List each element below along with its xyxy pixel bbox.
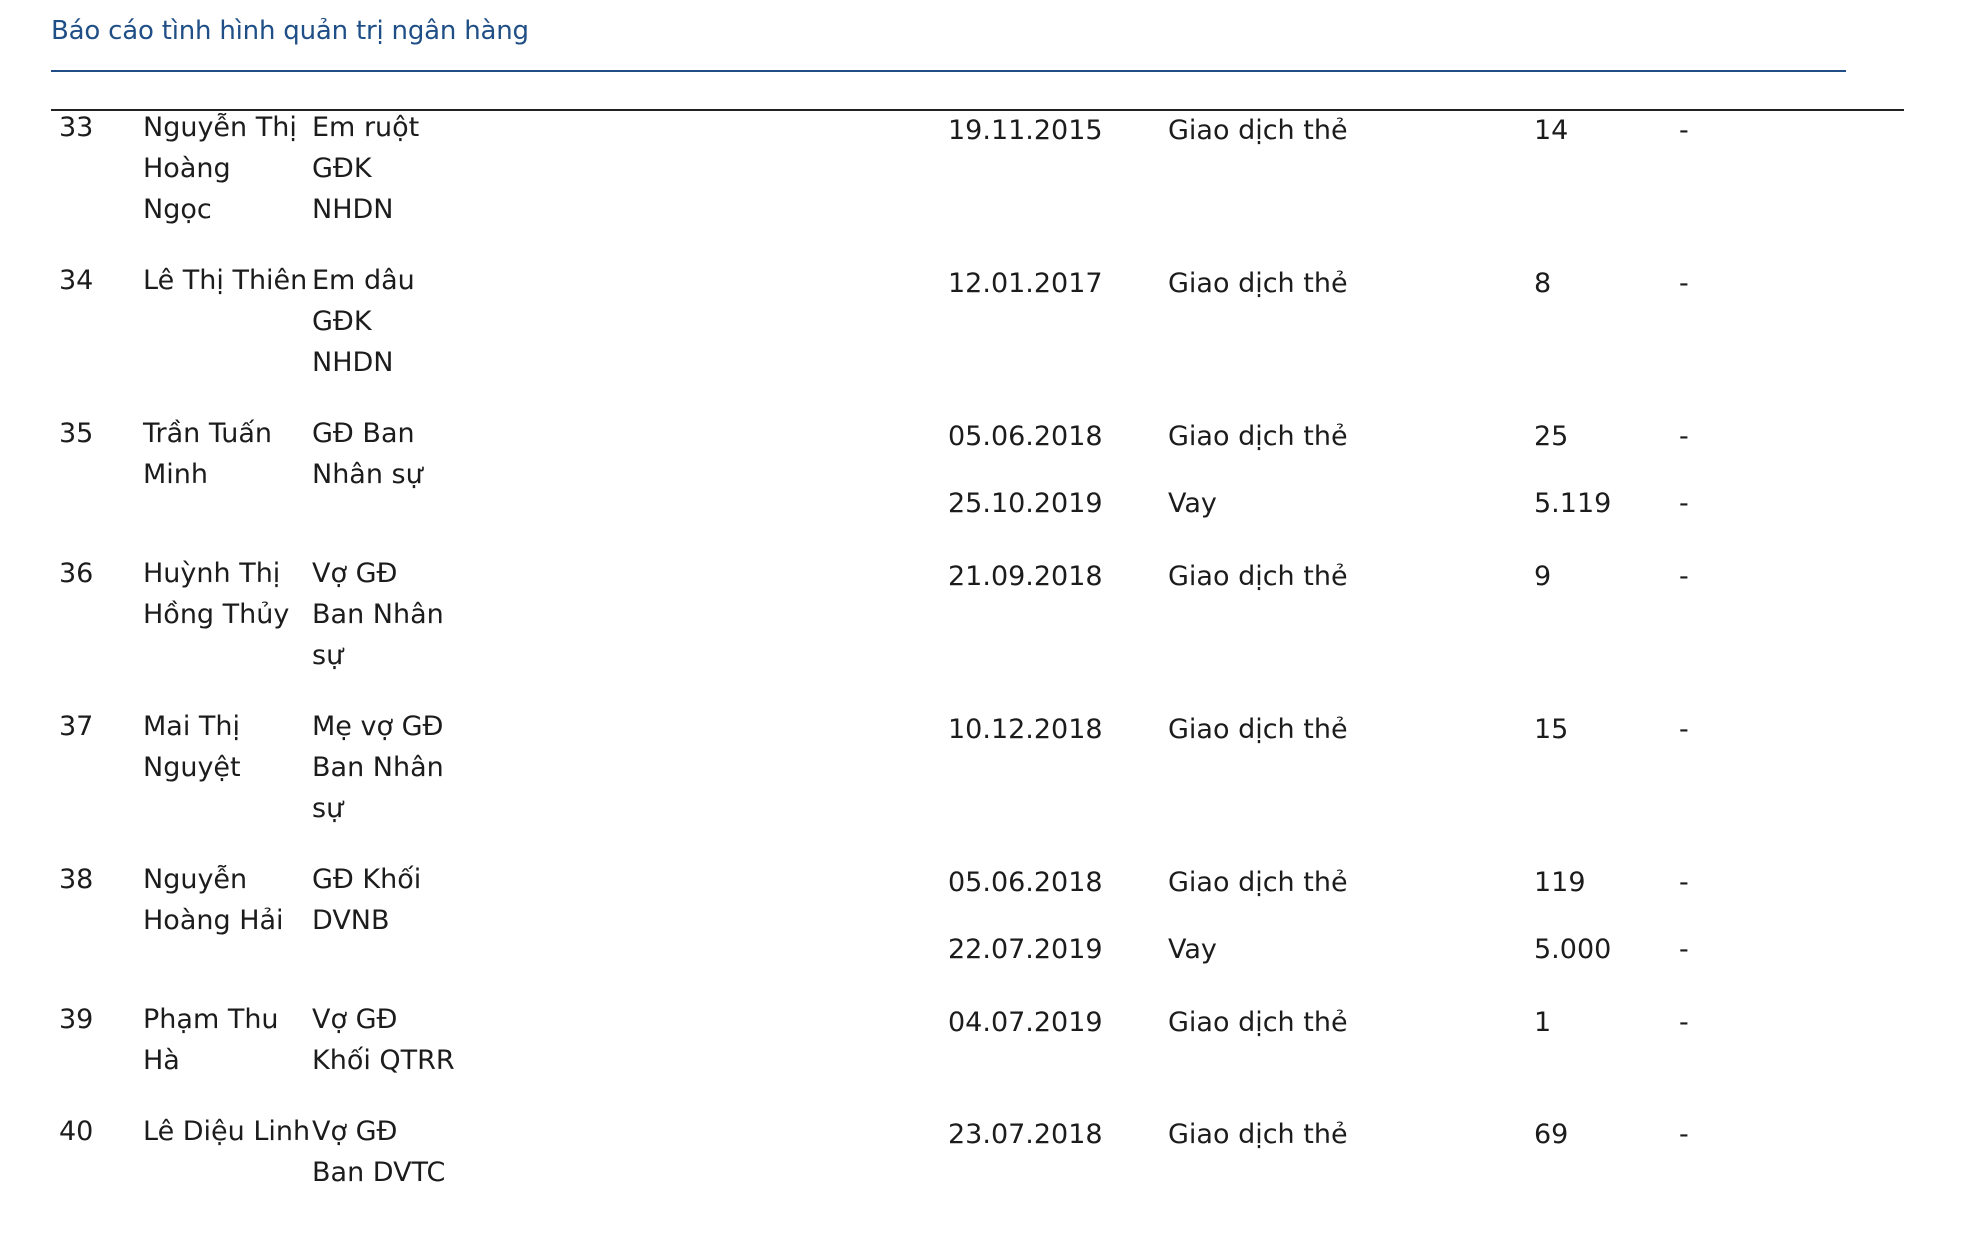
relation-line: NHDN (312, 347, 394, 378)
relation-line: NHDN (312, 194, 394, 225)
transaction-date: 12.01.2017 (948, 268, 1103, 299)
transaction-type: Giao dịch thẻ (1168, 867, 1348, 898)
relation-line: Ban Nhân (312, 752, 444, 783)
relation-line: GĐK (312, 153, 372, 184)
person-name-line: Hà (143, 1045, 180, 1076)
relation-line: Khối QTRR (312, 1045, 455, 1076)
relation-line: Ban Nhân (312, 599, 444, 630)
transaction-date: 04.07.2019 (948, 1007, 1103, 1038)
transaction-date: 05.06.2018 (948, 867, 1103, 898)
transaction-extra: - (1679, 561, 1689, 592)
transaction-amount: 119 (1534, 867, 1586, 898)
transaction-line: 25.10.2019 Vay 5.119 - (0, 483, 1972, 524)
transaction-amount: 14 (1534, 115, 1569, 146)
transaction-extra: - (1679, 1119, 1689, 1150)
transaction-line: 21.09.2018 Giao dịch thẻ 9 - (0, 556, 1972, 597)
relation-line: Ban DVTC (312, 1157, 446, 1188)
transaction-amount: 69 (1534, 1119, 1569, 1150)
person-name-line: Ngọc (143, 194, 212, 225)
transaction-line: 05.06.2018 Giao dịch thẻ 25 - (0, 416, 1972, 457)
transaction-extra: - (1679, 867, 1689, 898)
page-header-title: Báo cáo tình hình quản trị ngân hàng (51, 16, 529, 46)
transaction-extra: - (1679, 714, 1689, 745)
transaction-date: 21.09.2018 (948, 561, 1103, 592)
person-name-line: Hoàng (143, 153, 231, 184)
transaction-date: 05.06.2018 (948, 421, 1103, 452)
transaction-date: 10.12.2018 (948, 714, 1103, 745)
transaction-extra: - (1679, 934, 1689, 965)
transaction-type: Giao dịch thẻ (1168, 421, 1348, 452)
transaction-line: 12.01.2017 Giao dịch thẻ 8 - (0, 263, 1972, 304)
transaction-line: 22.07.2019 Vay 5.000 - (0, 929, 1972, 970)
transaction-date: 19.11.2015 (948, 115, 1103, 146)
transaction-amount: 5.000 (1534, 934, 1612, 965)
header-divider (51, 70, 1846, 72)
transaction-line: 19.11.2015 Giao dịch thẻ 14 - (0, 110, 1972, 151)
transaction-line: 23.07.2018 Giao dịch thẻ 69 - (0, 1114, 1972, 1155)
transaction-extra: - (1679, 1007, 1689, 1038)
transaction-line: 05.06.2018 Giao dịch thẻ 119 - (0, 862, 1972, 903)
transaction-extra: - (1679, 421, 1689, 452)
transaction-type: Vay (1168, 934, 1217, 965)
transaction-type: Giao dịch thẻ (1168, 1007, 1348, 1038)
transaction-type: Giao dịch thẻ (1168, 1119, 1348, 1150)
transaction-extra: - (1679, 115, 1689, 146)
relation-line: sự (312, 640, 344, 671)
transaction-amount: 15 (1534, 714, 1569, 745)
transaction-type: Giao dịch thẻ (1168, 268, 1348, 299)
transaction-amount: 25 (1534, 421, 1569, 452)
person-name-line: Hồng Thủy (143, 599, 290, 630)
transaction-type: Giao dịch thẻ (1168, 115, 1348, 146)
transaction-amount: 9 (1534, 561, 1552, 592)
relation-line: sự (312, 793, 344, 824)
transaction-date: 25.10.2019 (948, 488, 1103, 519)
transaction-date: 23.07.2018 (948, 1119, 1103, 1150)
transaction-amount: 8 (1534, 268, 1552, 299)
transaction-type: Vay (1168, 488, 1217, 519)
transaction-amount: 1 (1534, 1007, 1552, 1038)
transaction-extra: - (1679, 268, 1689, 299)
transaction-line: 10.12.2018 Giao dịch thẻ 15 - (0, 709, 1972, 750)
transaction-extra: - (1679, 488, 1689, 519)
transaction-line: 04.07.2019 Giao dịch thẻ 1 - (0, 1002, 1972, 1043)
relation-line: GĐK (312, 306, 372, 337)
transaction-date: 22.07.2019 (948, 934, 1103, 965)
transaction-amount: 5.119 (1534, 488, 1612, 519)
person-name-line: Nguyệt (143, 752, 241, 783)
transaction-type: Giao dịch thẻ (1168, 714, 1348, 745)
transaction-type: Giao dịch thẻ (1168, 561, 1348, 592)
